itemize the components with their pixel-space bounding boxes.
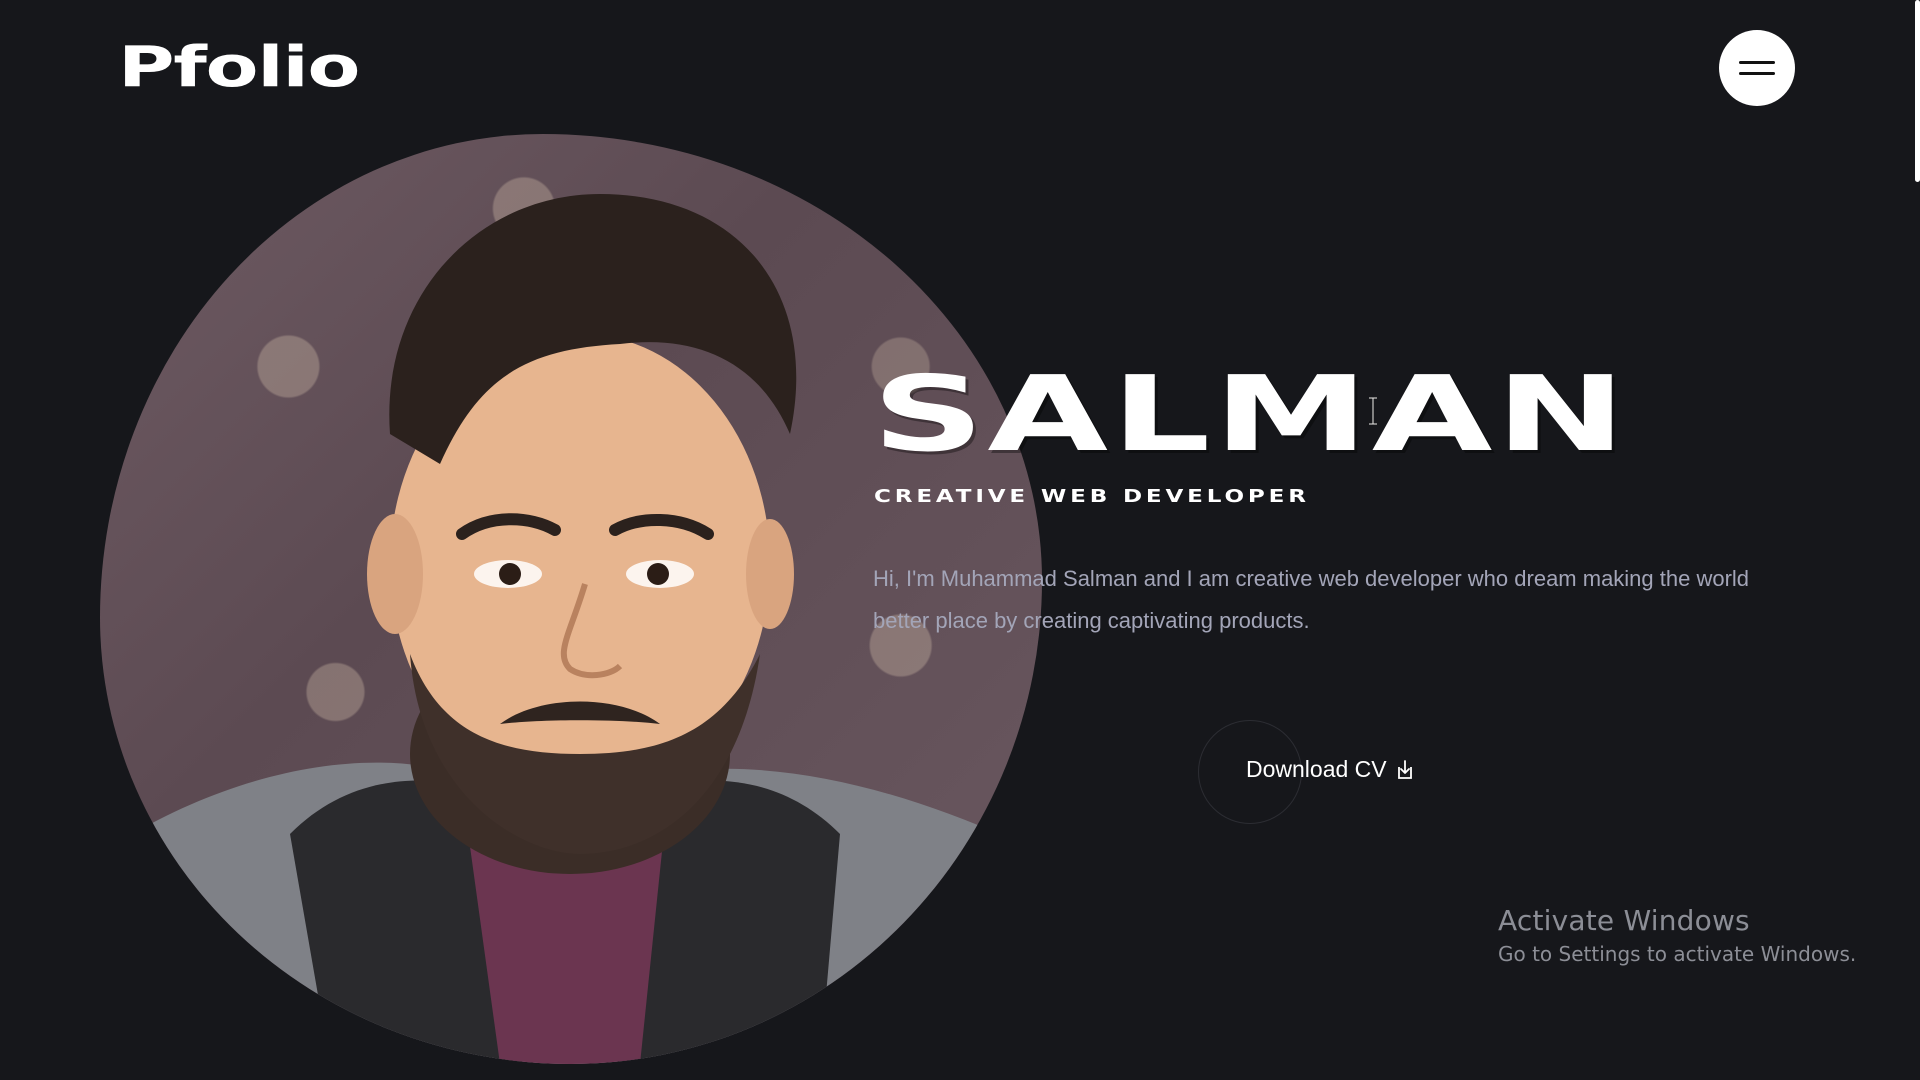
windows-activation-watermark: Activate Windows Go to Settings to activ… [1498, 904, 1856, 966]
download-cv-button[interactable]: Download CV [1246, 756, 1415, 783]
scrollbar-thumb[interactable] [1915, 0, 1920, 182]
watermark-title: Activate Windows [1498, 904, 1750, 937]
hamburger-menu-icon [1739, 61, 1775, 75]
hero-name: SALMAN [872, 353, 1630, 475]
watermark-subtitle: Go to Settings to activate Windows. [1498, 941, 1857, 966]
brand-logo[interactable]: Pfolio [118, 40, 361, 96]
scrollbar[interactable] [1914, 0, 1920, 1080]
download-cv-label: Download CV [1246, 756, 1387, 782]
hero-description: Hi, I'm Muhammad Salman and I am creativ… [873, 566, 1750, 633]
download-icon [1397, 759, 1412, 779]
hero-role: CREATIVE WEB DEVELOPER [874, 486, 1310, 507]
page: Pfolio SALMAN CREATIVE WEB DEVELOPER Hi,… [0, 0, 1920, 1080]
text-cursor-icon [1369, 397, 1377, 425]
menu-button[interactable] [1719, 30, 1795, 106]
